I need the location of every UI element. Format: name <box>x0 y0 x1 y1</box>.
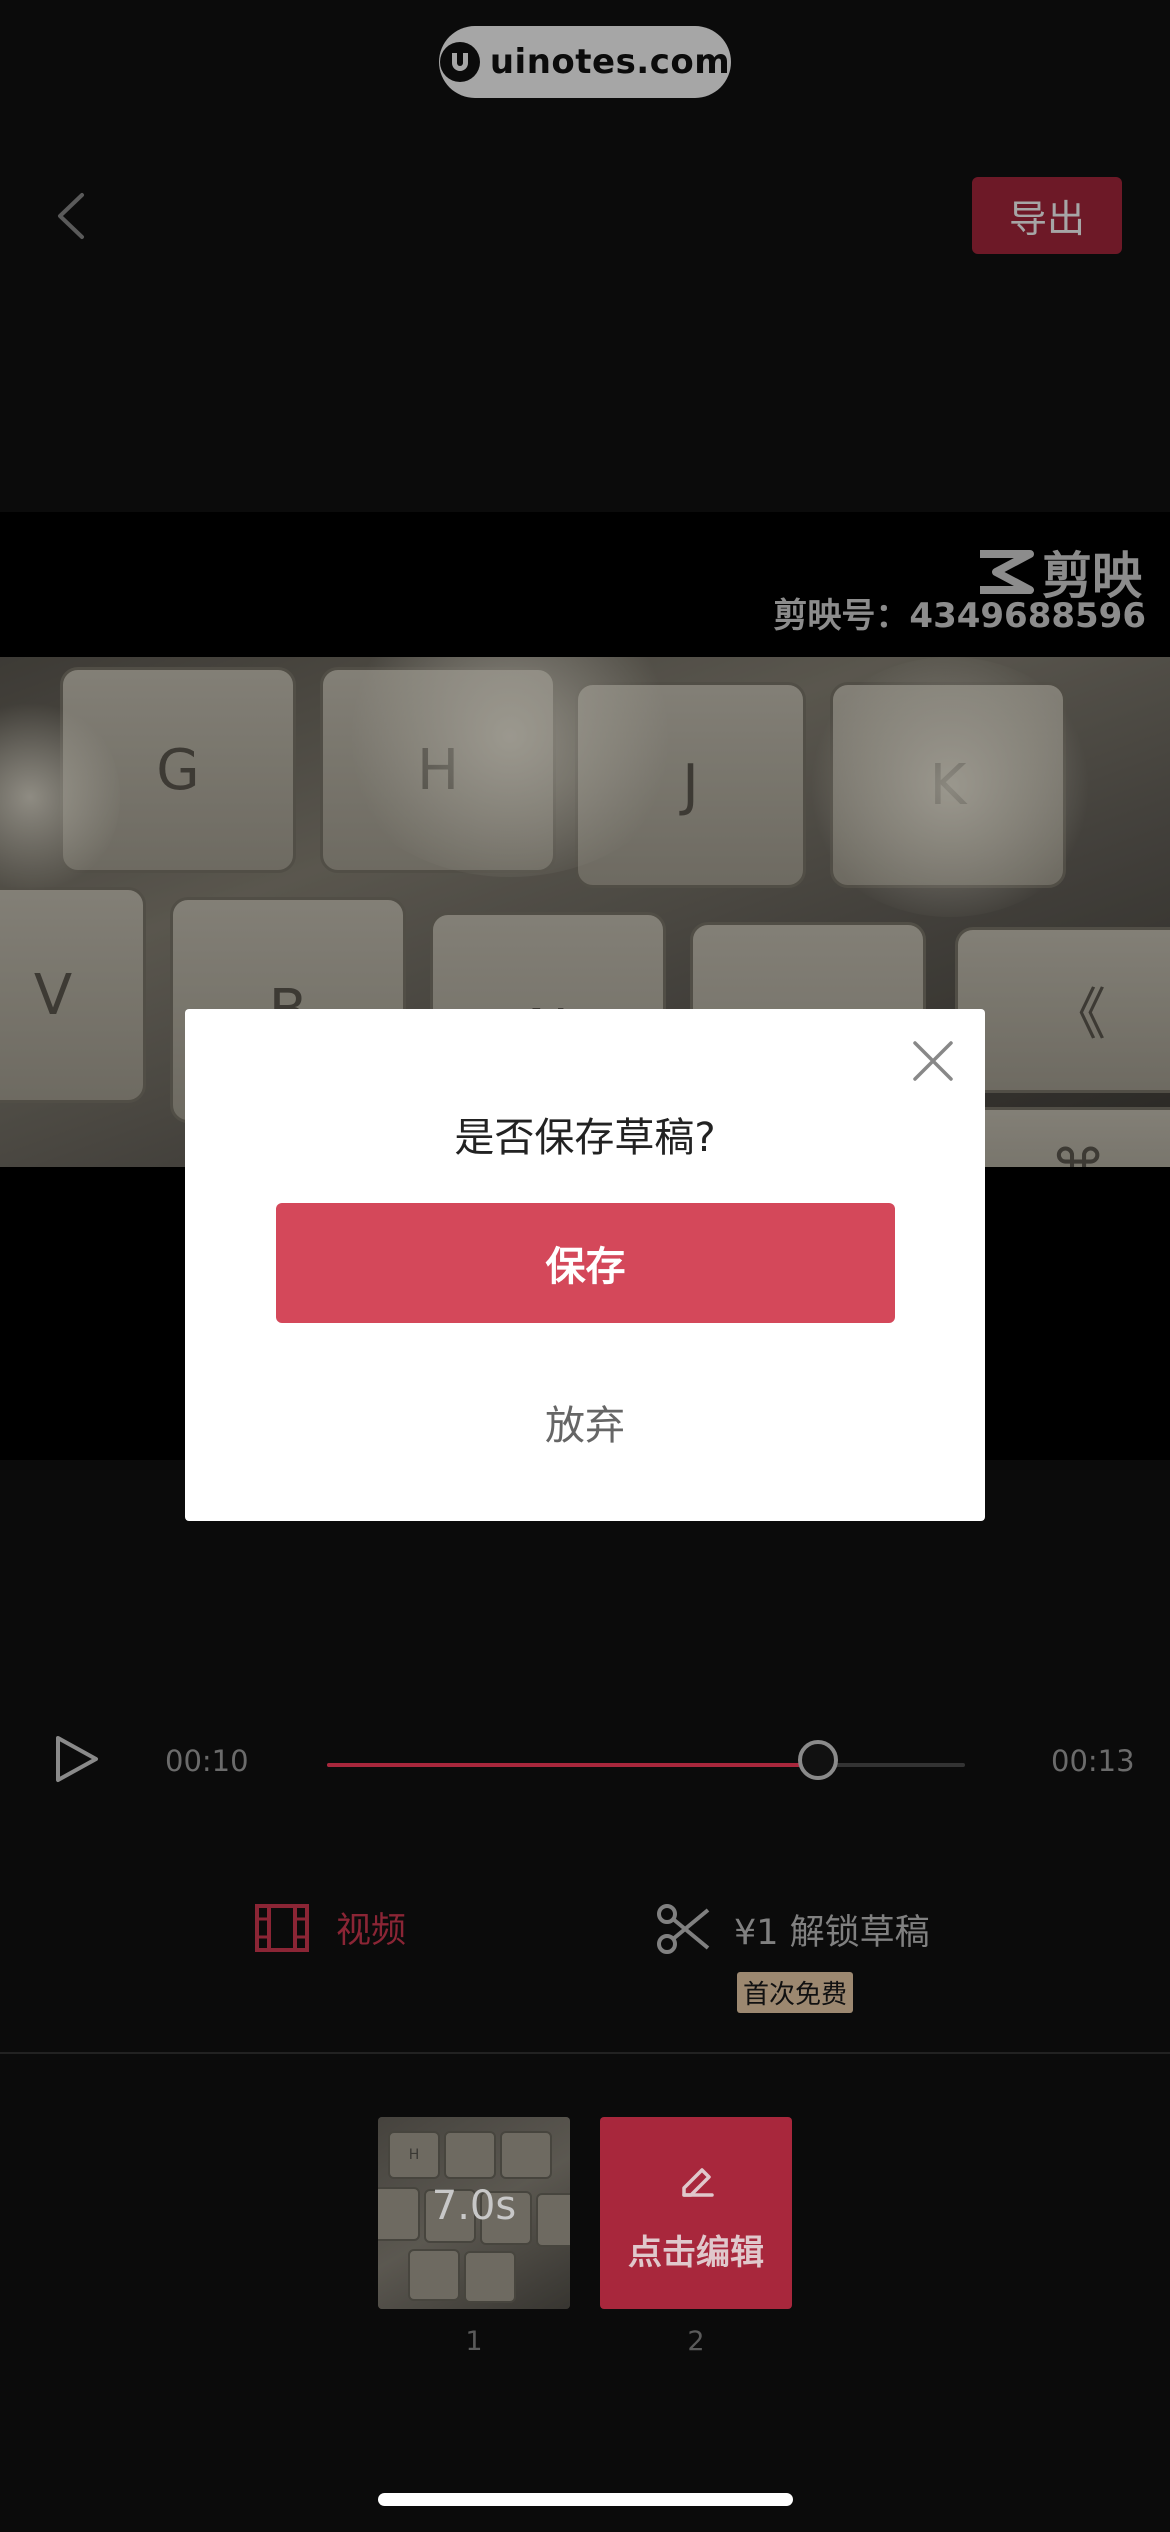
clip-duration: 7.0s <box>431 2183 517 2229</box>
tab-video[interactable]: 视频 <box>254 1902 406 1953</box>
play-icon <box>56 1736 98 1782</box>
clip-index-2: 2 <box>687 2326 705 2357</box>
close-icon <box>913 1041 953 1081</box>
dialog-title: 是否保存草稿? <box>454 1115 716 1161</box>
tab-video-label: 视频 <box>336 1911 407 1951</box>
discard-button[interactable]: 放弃 <box>185 1393 985 1451</box>
home-indicator[interactable] <box>378 2493 793 2506</box>
total-time: 00:13 <box>1051 1744 1135 1778</box>
progress-track[interactable] <box>327 1763 965 1767</box>
divider <box>0 2052 1170 2054</box>
save-button[interactable]: 保存 <box>276 1203 895 1323</box>
clip-index-1: 1 <box>465 2326 483 2357</box>
progress-thumb[interactable] <box>797 1740 838 1780</box>
tab-unlock-label: ¥1 解锁草稿 <box>734 1912 930 1953</box>
scissors-icon <box>657 1904 710 1954</box>
tab-unlock-draft[interactable]: ¥1 解锁草稿 <box>656 1902 930 1956</box>
clip-edit-label: 点击编辑 <box>628 2233 764 2273</box>
save-draft-dialog: 是否保存草稿? 保存 放弃 <box>185 1009 985 1521</box>
film-icon <box>255 1903 309 1952</box>
free-first-badge: 首次免费 <box>737 1972 854 2013</box>
play-button[interactable] <box>54 1734 100 1784</box>
close-button[interactable] <box>911 1039 955 1083</box>
screen: uinotes.com 导出 G H J K V B N M 《 ⌘ 剪映 <box>0 0 1170 2532</box>
clip-thumbnail-1[interactable]: H 7.0s <box>378 2117 570 2309</box>
pencil-icon <box>682 2168 714 2197</box>
current-time: 00:10 <box>165 1744 249 1778</box>
progress-fill <box>327 1763 818 1767</box>
clip-edit-placeholder[interactable]: 点击编辑 <box>600 2117 792 2309</box>
